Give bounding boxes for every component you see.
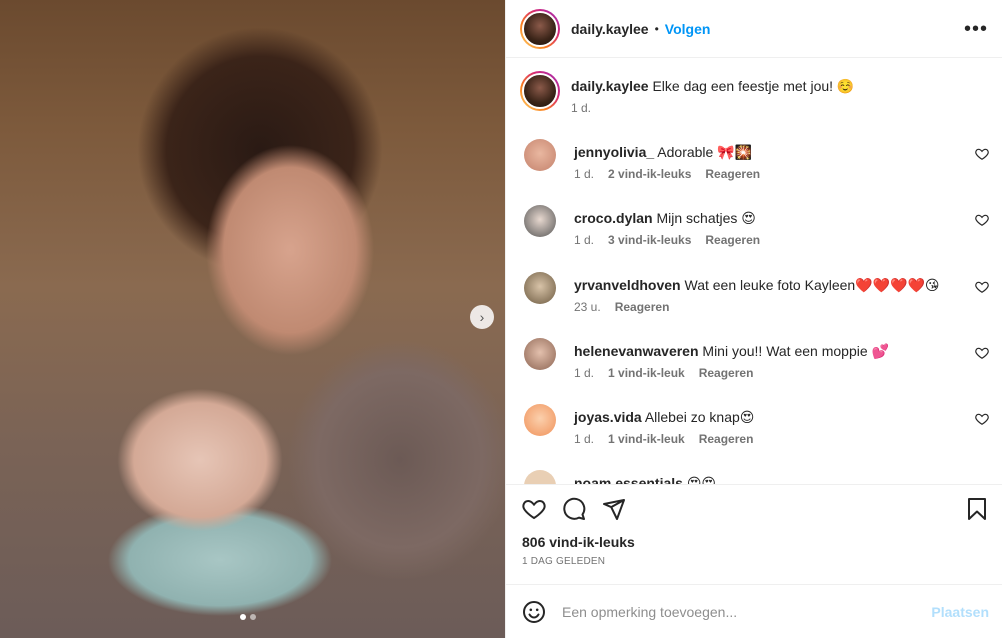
comment-text: Allebei zo knap😍	[644, 409, 755, 425]
author-avatar[interactable]	[520, 8, 560, 49]
post-header: daily.kaylee • Volgen •••	[506, 0, 1002, 58]
comment-text: Mini you!! Wat een moppie 💕	[702, 343, 889, 359]
like-comment-heart-icon[interactable]	[975, 280, 989, 294]
like-comment-heart-icon[interactable]	[975, 346, 989, 360]
next-photo-button[interactable]: ›	[470, 305, 494, 329]
comment-item: noam.essentials 😍😍	[520, 470, 989, 484]
comments-list[interactable]: daily.kaylee Elke dag een feestje met jo…	[506, 59, 1002, 484]
commenter-avatar[interactable]	[524, 205, 556, 237]
comment-time[interactable]: 1 d.	[574, 366, 594, 380]
comment-username[interactable]: yrvanveldhoven	[574, 277, 681, 293]
comment-username[interactable]: jennyolivia_	[574, 144, 654, 160]
like-comment-heart-icon[interactable]	[975, 213, 989, 227]
likes-count[interactable]: 806 vind-ik-leuks	[506, 521, 1002, 550]
comment-likes[interactable]: 1 vind-ik-leuk	[608, 432, 685, 446]
comment-time[interactable]: 1 d.	[574, 432, 594, 446]
post-date[interactable]: 1 DAG GELEDEN	[506, 550, 1002, 567]
comment-bubble-icon[interactable]	[562, 497, 586, 521]
comment-username[interactable]: croco.dylan	[574, 210, 653, 226]
caption-time[interactable]: 1 d.	[571, 101, 591, 115]
comment-text: Wat een leuke foto Kayleen❤️❤️❤️❤️😘	[684, 277, 940, 293]
share-paper-plane-icon[interactable]	[602, 497, 626, 521]
commenter-avatar[interactable]	[524, 139, 556, 171]
carousel-dot	[250, 614, 256, 620]
comment-text: Mijn schatjes 😍	[656, 210, 756, 226]
reply-button[interactable]: Reageren	[699, 432, 754, 446]
add-comment-bar: Plaatsen	[506, 584, 1002, 638]
comment-item: helenevanwaveren Mini you!! Wat een mopp…	[520, 338, 989, 380]
comment-text: Adorable 🎀🎇	[657, 144, 753, 160]
comment-time[interactable]: 1 d.	[574, 233, 594, 247]
commenter-avatar[interactable]	[524, 338, 556, 370]
carousel-indicator	[240, 614, 256, 620]
reply-button[interactable]: Reageren	[705, 233, 760, 247]
post-caption: daily.kaylee Elke dag een feestje met jo…	[520, 71, 854, 115]
header-separator: •	[654, 21, 659, 36]
comment-username[interactable]: joyas.vida	[574, 409, 642, 425]
caption-text: Elke dag een feestje met jou! ☺️	[652, 78, 855, 94]
comment-likes[interactable]: 2 vind-ik-leuks	[608, 167, 691, 181]
carousel-dot-active	[240, 614, 246, 620]
like-comment-heart-icon[interactable]	[975, 147, 989, 161]
comment-username[interactable]: noam.essentials	[574, 475, 683, 484]
comment-likes[interactable]: 1 vind-ik-leuk	[608, 366, 685, 380]
emoji-smiley-icon[interactable]	[522, 600, 546, 624]
comment-item: jennyolivia_ Adorable 🎀🎇 1 d. 2 vind-ik-l…	[520, 139, 989, 181]
post-side-panel: daily.kaylee • Volgen ••• daily.kaylee E…	[505, 0, 1002, 638]
comment-username[interactable]: helenevanwaveren	[574, 343, 699, 359]
save-bookmark-icon[interactable]	[965, 497, 989, 521]
caption-username[interactable]: daily.kaylee	[571, 78, 649, 94]
reply-button[interactable]: Reageren	[705, 167, 760, 181]
post-comment-button[interactable]: Plaatsen	[931, 604, 989, 620]
post-photo: ›	[0, 0, 505, 638]
commenter-avatar[interactable]	[524, 404, 556, 436]
caption-avatar[interactable]	[520, 71, 560, 111]
post-actions: 806 vind-ik-leuks 1 DAG GELEDEN	[506, 484, 1002, 584]
like-comment-heart-icon[interactable]	[975, 412, 989, 426]
author-username[interactable]: daily.kaylee	[571, 21, 649, 37]
comment-item: yrvanveldhoven Wat een leuke foto Kaylee…	[520, 272, 989, 314]
comment-time[interactable]: 1 d.	[574, 167, 594, 181]
comment-likes[interactable]: 3 vind-ik-leuks	[608, 233, 691, 247]
like-heart-icon[interactable]	[522, 497, 546, 521]
comment-item: joyas.vida Allebei zo knap😍 1 d. 1 vind-i…	[520, 404, 989, 446]
more-options-icon[interactable]: •••	[964, 19, 988, 39]
comment-text: 😍😍	[686, 475, 717, 484]
reply-button[interactable]: Reageren	[615, 300, 670, 314]
comment-item: croco.dylan Mijn schatjes 😍 1 d. 3 vind-i…	[520, 205, 989, 247]
commenter-avatar[interactable]	[524, 272, 556, 304]
chevron-right-icon: ›	[479, 309, 485, 325]
follow-button[interactable]: Volgen	[665, 21, 711, 37]
comment-input[interactable]	[562, 603, 932, 620]
comment-time[interactable]: 23 u.	[574, 300, 601, 314]
reply-button[interactable]: Reageren	[699, 366, 754, 380]
commenter-avatar[interactable]	[524, 470, 556, 484]
